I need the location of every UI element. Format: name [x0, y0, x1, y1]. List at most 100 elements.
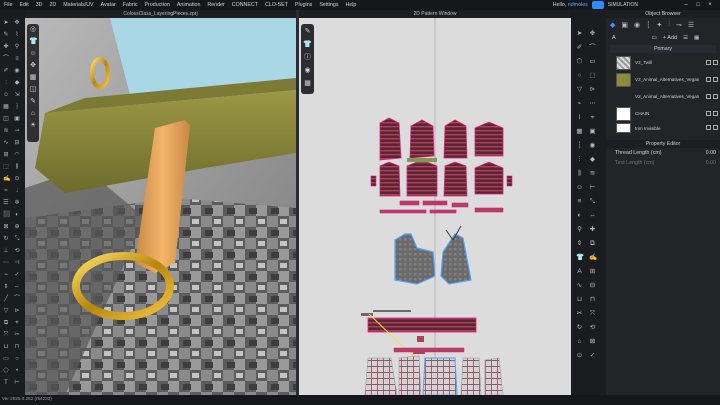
viewport-3d[interactable]: ◎ 👕 ☺ ✥ ▦ ◫ ✎ ⌂ ☀: [25, 18, 296, 395]
tack-2d-icon[interactable]: ✚: [589, 226, 596, 233]
polygon-tool-icon[interactable]: ⬠: [3, 368, 9, 374]
segment-tool-icon[interactable]: ⊣: [14, 260, 20, 266]
menu-3d[interactable]: 3D: [36, 2, 43, 8]
info-icon[interactable]: ⓘ: [303, 53, 312, 62]
rectangle-tool-icon[interactable]: ▭: [3, 356, 9, 362]
vest-front-right[interactable]: [440, 233, 472, 285]
username[interactable]: ndmoles: [568, 2, 588, 8]
ruler-2d-icon[interactable]: ≡: [576, 198, 583, 205]
grid-display-icon[interactable]: ▦: [303, 79, 312, 88]
lock-tool-icon[interactable]: ⊠: [3, 224, 9, 230]
graphic-tool-icon[interactable]: ▣: [14, 116, 20, 122]
avatar-2d-icon[interactable]: ☺: [576, 184, 583, 191]
close-button[interactable]: ×: [706, 2, 714, 8]
notch-2d-icon[interactable]: ⊳: [589, 86, 596, 93]
edit-texture-icon[interactable]: ◫: [3, 116, 9, 122]
cut-2d-icon[interactable]: ✂: [576, 310, 583, 317]
menu-production[interactable]: Production: [145, 2, 170, 8]
pattern-piece[interactable]: [379, 117, 402, 161]
strip-piece[interactable]: [399, 200, 420, 206]
snapshot-tool-icon[interactable]: ⊙: [14, 176, 20, 182]
pin-display-icon[interactable]: ✥: [29, 62, 37, 70]
stitch-tool-icon[interactable]: ⋯: [3, 260, 9, 266]
free-sewing-2d-icon[interactable]: ⋯: [589, 100, 596, 107]
offset-2d-icon[interactable]: ⧉: [589, 240, 596, 247]
pattern-piece[interactable]: [443, 119, 468, 159]
unfold-2d-icon[interactable]: ⤧: [589, 310, 596, 317]
trim-tool-icon[interactable]: ◆: [14, 80, 20, 86]
vest-front-left[interactable]: [394, 233, 436, 285]
show-pins-icon[interactable]: ⊕: [14, 224, 20, 230]
pattern-piece[interactable]: [406, 159, 438, 197]
copy-icon[interactable]: [713, 77, 718, 82]
scale-tool-icon[interactable]: ⤡: [14, 236, 20, 242]
graphic-tab-icon[interactable]: ▣: [621, 21, 628, 29]
fold-tool-icon[interactable]: ⌇: [14, 32, 20, 38]
menu-render[interactable]: Render: [207, 2, 224, 8]
property-value[interactable]: 0.00: [706, 150, 716, 156]
smoothing-tool-icon[interactable]: ◠: [14, 152, 20, 158]
reset-tool-icon[interactable]: ⟲: [14, 248, 20, 254]
pattern-piece[interactable]: [370, 175, 377, 187]
puckering-2d-icon[interactable]: ∿: [576, 282, 583, 289]
pen-display-icon[interactable]: ✎: [29, 98, 37, 106]
fabric-item[interactable]: V2_Animal_Alternatives_Vegan: [606, 88, 720, 105]
pattern-piece[interactable]: [409, 119, 435, 159]
fabric-item[interactable]: CHAIN: [606, 105, 720, 122]
trace-tool-icon[interactable]: ⌖: [14, 320, 20, 326]
puckering-tool-icon[interactable]: ≋: [3, 128, 9, 134]
circle-tool-icon[interactable]: ○: [14, 356, 20, 362]
annotation-tool-icon[interactable]: ✍: [3, 176, 10, 182]
menu-avatar[interactable]: Avatar: [101, 2, 116, 8]
menu-animation[interactable]: Animation: [177, 2, 201, 8]
segment-sewing-icon[interactable]: ⌁: [576, 100, 583, 107]
point-tool-icon[interactable]: •: [14, 368, 20, 374]
maximize-button[interactable]: □: [694, 2, 702, 8]
gravity-tool-icon[interactable]: ↓: [14, 188, 20, 194]
fit-tool-icon[interactable]: ⇲: [14, 92, 20, 98]
select-tool-icon[interactable]: ➤: [3, 20, 9, 26]
offset-tool-icon[interactable]: ⧉: [3, 320, 9, 326]
measure-2d-icon[interactable]: ⊢: [589, 184, 596, 191]
reset-2d-icon[interactable]: ⟲: [589, 324, 596, 331]
strip-piece[interactable]: [422, 200, 448, 206]
split-tool-icon[interactable]: ⊓: [14, 344, 20, 350]
pattern-piece[interactable]: [474, 161, 504, 195]
pen-display-icon[interactable]: ✎: [303, 27, 312, 36]
pattern-piece[interactable]: [506, 175, 513, 187]
trouser-piece[interactable]: [364, 357, 398, 395]
shirt-2d-icon[interactable]: 👕: [576, 254, 584, 261]
shirt-display-icon[interactable]: 👕: [303, 40, 312, 49]
curve-tool-icon[interactable]: ⌒: [14, 296, 20, 302]
minimize-button[interactable]: –: [682, 2, 690, 8]
menu-2d[interactable]: 2D: [49, 2, 56, 8]
steam-tool-icon[interactable]: ∿: [3, 140, 9, 146]
texture-display-icon[interactable]: ◫: [29, 86, 37, 94]
circle-2d-icon[interactable]: ○: [576, 72, 583, 79]
pattern-window-2d[interactable]: ✎ 👕 ⓘ ◉ ▦: [299, 18, 571, 395]
polygon-2d-icon[interactable]: ⬠: [576, 58, 583, 65]
copy-icon[interactable]: [713, 125, 718, 130]
strip-piece[interactable]: [429, 209, 457, 214]
zipper-tab-icon[interactable]: ⫶: [668, 21, 670, 29]
waistband-piece[interactable]: [367, 317, 477, 333]
apply-icon[interactable]: [706, 111, 711, 116]
zipper-tool-icon[interactable]: ⫶: [3, 80, 9, 86]
symmetry-tool-icon[interactable]: ⇔: [14, 284, 20, 290]
ruler-tool-icon[interactable]: ⊢: [14, 380, 20, 386]
layer-tab-icon[interactable]: ☰: [688, 21, 694, 29]
text-tool-icon[interactable]: T: [3, 380, 9, 386]
brush-tool-icon[interactable]: ✐: [3, 68, 9, 74]
shirt-display-icon[interactable]: 👕: [29, 38, 38, 46]
layer-tool-icon[interactable]: ☰: [3, 200, 9, 206]
solidify-tool-icon[interactable]: ⬛: [3, 212, 10, 218]
internal-line-icon[interactable]: ╱: [3, 296, 9, 302]
hide-2d-icon[interactable]: ◐: [576, 212, 583, 219]
notch-tool-icon[interactable]: ⊳: [14, 308, 20, 314]
pattern-canvas[interactable]: [299, 18, 571, 395]
menu-plugins[interactable]: Plugins: [295, 2, 312, 8]
apply-icon[interactable]: [706, 60, 711, 65]
dart-tool-icon[interactable]: ▽: [3, 308, 9, 314]
trouser-piece-selected[interactable]: [422, 357, 458, 395]
zipper-2d-icon[interactable]: ⫶: [576, 156, 583, 163]
